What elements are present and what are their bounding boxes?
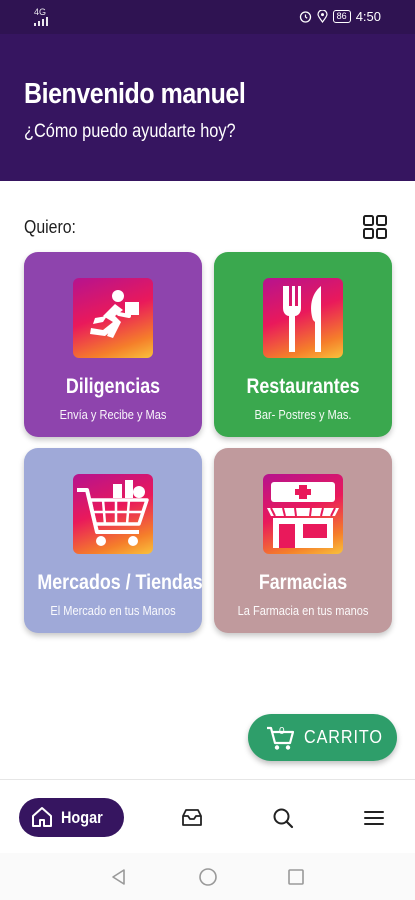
location-icon: [317, 10, 328, 23]
greeting-subtitle: ¿Cómo puedo ayudarte hoy?: [24, 121, 236, 142]
search-icon[interactable]: [271, 806, 295, 830]
greeting-title: Bienvenido manuel: [24, 78, 246, 110]
category-title: Restaurantes: [246, 375, 360, 398]
category-title: Farmacias: [258, 571, 348, 594]
grid-view-icon[interactable]: [362, 214, 388, 240]
nav-home-label: Hogar: [61, 808, 103, 827]
signal-indicator: 4G: [34, 8, 50, 26]
category-card-diligencias[interactable]: Diligencias Envía y Recibe y Mas: [24, 252, 202, 437]
category-title: Diligencias: [65, 375, 161, 398]
signal-bars-icon: [34, 17, 48, 26]
status-bar: 4G 86 4:50: [0, 0, 415, 34]
bottom-nav: Hogar: [0, 779, 415, 853]
inbox-icon[interactable]: [180, 806, 204, 830]
section-label: Quiero:: [24, 217, 76, 237]
fork-knife-icon: [263, 278, 343, 358]
home-circle-icon[interactable]: [198, 867, 218, 887]
system-nav-bar: [0, 853, 415, 900]
category-subtitle: El Mercado en tus Manos: [50, 603, 176, 618]
alarm-icon: [299, 11, 311, 23]
back-icon[interactable]: [109, 867, 129, 887]
category-subtitle: Envía y Recibe y Mas: [59, 407, 167, 422]
status-right: 86 4:50: [299, 9, 381, 24]
pharmacy-store-icon: [263, 474, 343, 554]
category-subtitle: Bar- Postres y Mas.: [254, 407, 352, 422]
delivery-runner-icon: [73, 278, 153, 358]
category-card-mercados[interactable]: Mercados / Tiendas El Mercado en tus Man…: [24, 448, 203, 633]
cart-button[interactable]: 0 CARRITO: [248, 714, 397, 761]
clock: 4:50: [355, 9, 381, 24]
shopping-cart-icon: [73, 474, 153, 554]
recents-icon[interactable]: [286, 867, 306, 887]
menu-icon[interactable]: [362, 806, 386, 830]
category-title: Mercados / Tiendas: [37, 571, 203, 594]
nav-home-button[interactable]: Hogar: [19, 798, 124, 837]
cart-label: CARRITO: [304, 727, 383, 747]
welcome-header: Bienvenido manuel ¿Cómo puedo ayudarte h…: [0, 34, 415, 181]
cart-count-badge: 0: [279, 726, 285, 737]
category-card-restaurantes[interactable]: Restaurantes Bar- Postres y Mas.: [214, 252, 392, 437]
category-subtitle: La Farmacia en tus manos: [237, 603, 369, 618]
network-type: 4G: [34, 7, 47, 17]
home-icon: [32, 807, 52, 827]
battery-level: 86: [332, 10, 351, 23]
category-card-farmacias[interactable]: Farmacias La Farmacia en tus manos: [214, 448, 392, 633]
